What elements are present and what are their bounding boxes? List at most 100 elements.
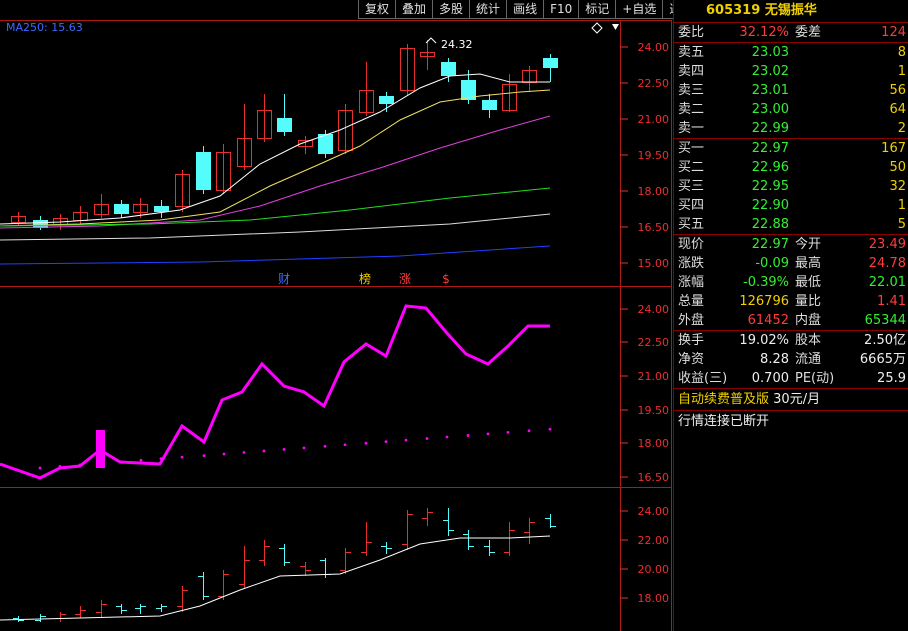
axis-label: 16.50 bbox=[638, 221, 670, 234]
indicator-dot bbox=[38, 466, 42, 470]
indicator-dot bbox=[506, 430, 510, 434]
weicha-label: 委差 bbox=[795, 25, 822, 40]
stat-row: 收益(三) 0.700 PE(动) 25.9 bbox=[674, 369, 908, 388]
ask-row: 卖三 23.01 56 bbox=[674, 81, 908, 100]
stat-label: 最高 bbox=[795, 256, 822, 271]
stat-label: 净资 bbox=[678, 352, 705, 367]
kline-chart-svg[interactable]: 24.00 22.50 21.00 19.50 18.00 16.50 15.00 24.00… bbox=[0, 0, 672, 631]
ask-volume: 1 bbox=[897, 64, 906, 79]
indicator-dot bbox=[323, 444, 327, 448]
ask-row: 卖二 23.00 64 bbox=[674, 100, 908, 119]
axis-label: 24.00 bbox=[638, 303, 670, 316]
axis-label: 20.00 bbox=[638, 563, 670, 576]
stat-value: 126796 bbox=[739, 294, 789, 309]
indicator-dot bbox=[364, 441, 368, 445]
bid-volume: 50 bbox=[889, 160, 906, 175]
stat-value: 23.49 bbox=[868, 237, 906, 252]
bid-row: 买四 22.90 1 bbox=[674, 196, 908, 215]
candle-body bbox=[379, 96, 394, 104]
stats2-section: 换手 19.02% 股本 2.50亿 净资 8.28 流通 6665万 收益(三) 0.700 PE… bbox=[674, 330, 908, 388]
axis-label: 18.00 bbox=[638, 437, 670, 450]
indicator-dot bbox=[343, 443, 347, 447]
toolbar-huaxian-button[interactable]: 画线 bbox=[506, 0, 544, 19]
ma250-line bbox=[0, 245, 551, 265]
bid-label: 买四 bbox=[678, 198, 705, 213]
stat-label: 最低 bbox=[795, 275, 822, 290]
indicator-dot bbox=[180, 455, 184, 459]
indicator-dot bbox=[222, 452, 226, 456]
candle-body bbox=[441, 62, 456, 76]
ask-row: 卖四 23.02 1 bbox=[674, 62, 908, 81]
indicator-dot bbox=[242, 451, 246, 454]
bid-price: 22.95 bbox=[751, 179, 789, 194]
promo-price: 30元/月 bbox=[773, 392, 821, 407]
indicator-dot bbox=[302, 446, 306, 450]
stat-value: -0.09 bbox=[755, 256, 789, 271]
stat-row: 换手 19.02% 股本 2.50亿 bbox=[674, 331, 908, 350]
axis-label: 18.00 bbox=[638, 592, 670, 605]
toolbar-biaoji-button[interactable]: 标记 bbox=[578, 0, 616, 19]
indicator-dot bbox=[527, 429, 531, 433]
weibi-value: 32.12% bbox=[739, 25, 789, 40]
bid-price: 22.97 bbox=[751, 141, 789, 156]
stat-value: 0.700 bbox=[751, 371, 789, 386]
axis-label: 16.50 bbox=[638, 471, 670, 484]
toolbar-diejia-button[interactable]: 叠加 bbox=[395, 0, 433, 19]
ask-volume: 56 bbox=[889, 83, 906, 98]
annotation-marker: 财 bbox=[278, 272, 290, 286]
bid-label: 买三 bbox=[678, 179, 705, 194]
indicator-line bbox=[0, 304, 550, 480]
stat-label: 现价 bbox=[678, 237, 705, 252]
bid-volume: 5 bbox=[897, 217, 906, 232]
ask-label: 卖五 bbox=[678, 45, 705, 60]
toolbar-add-favorite-button[interactable]: +自选 bbox=[615, 0, 663, 19]
axis-label: 24.00 bbox=[638, 41, 670, 54]
ask-volume: 8 bbox=[897, 45, 906, 60]
axis-label: 15.00 bbox=[638, 257, 670, 270]
stat-value: -0.39% bbox=[743, 275, 789, 290]
stat-value: 61452 bbox=[747, 313, 789, 328]
bid-label: 买五 bbox=[678, 217, 705, 232]
toolbar-duogu-button[interactable]: 多股 bbox=[432, 0, 470, 19]
stat-value: 19.02% bbox=[739, 333, 789, 348]
connection-status: 行情连接已断开 bbox=[674, 410, 908, 432]
weibi-label: 委比 bbox=[678, 25, 705, 40]
stat-label: 收益(三) bbox=[678, 371, 728, 386]
toolbar-fuquan-button[interactable]: 复权 bbox=[358, 0, 396, 19]
stat-row: 现价 22.97 今开 23.49 bbox=[674, 235, 908, 254]
bids-section: 买一 22.97 167 买二 22.96 50 买三 22.95 32 买四 22.90 1 买五 22… bbox=[674, 138, 908, 234]
stat-row: 净资 8.28 流通 6665万 bbox=[674, 350, 908, 369]
annotation-marker: 涨 bbox=[399, 271, 411, 286]
indicator-dot bbox=[425, 437, 429, 440]
weibi-row: 委比 32.12% 委差 124 bbox=[674, 23, 908, 42]
toolbar-tongji-button[interactable]: 统计 bbox=[469, 0, 507, 19]
ma10-line bbox=[0, 89, 551, 227]
peak-label: 24.32 bbox=[441, 38, 473, 51]
candle-body bbox=[196, 152, 211, 190]
toolbar-f10-button[interactable]: F10 bbox=[543, 0, 579, 19]
triangle-down-icon bbox=[612, 24, 619, 30]
stat-row: 外盘 61452 内盘 65344 bbox=[674, 311, 908, 330]
chart-area[interactable]: 24.00 22.50 21.00 19.50 18.00 16.50 15.00 24.00… bbox=[0, 0, 700, 631]
ask-volume: 2 bbox=[897, 121, 906, 136]
ask-price: 23.03 bbox=[751, 45, 789, 60]
axis-label: 18.00 bbox=[638, 185, 670, 198]
indicator-dot bbox=[466, 434, 470, 437]
indicator-dot bbox=[404, 438, 408, 442]
axis-label: 19.50 bbox=[638, 149, 670, 162]
bid-price: 22.88 bbox=[751, 217, 789, 232]
stat-label: 量比 bbox=[795, 294, 822, 309]
axis-label: 24.00 bbox=[638, 505, 670, 518]
stat-row: 涨跌 -0.09 最高 24.78 bbox=[674, 254, 908, 273]
indicator-dot bbox=[58, 465, 62, 468]
ask-label: 卖三 bbox=[678, 83, 705, 98]
stat-value: 2.50亿 bbox=[864, 333, 906, 348]
indicator-dot bbox=[548, 427, 552, 431]
indicator-dot bbox=[98, 461, 102, 465]
bid-volume: 167 bbox=[881, 141, 906, 156]
bid-price: 22.96 bbox=[751, 160, 789, 175]
ask-price: 22.99 bbox=[751, 121, 789, 136]
axis-label: 21.00 bbox=[638, 370, 670, 383]
promo-row[interactable]: 自动续费普及版 30元/月 bbox=[674, 388, 908, 410]
stat-label: 今开 bbox=[795, 237, 822, 252]
